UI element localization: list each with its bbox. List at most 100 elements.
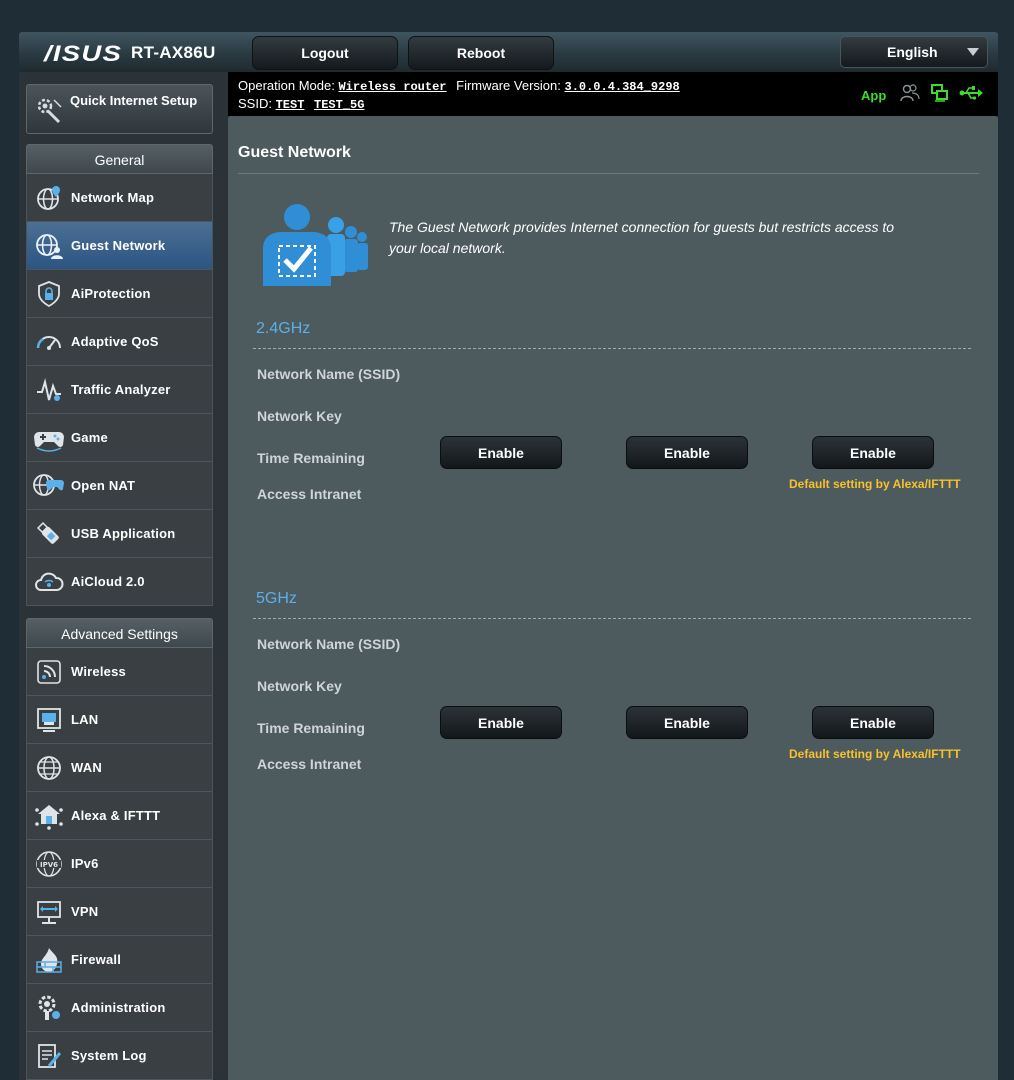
sidebar-item-label: USB Application: [71, 526, 176, 541]
sidebar-item-guest-network[interactable]: Guest Network: [26, 222, 213, 270]
status-bar: Operation Mode: Wireless router Firmware…: [228, 72, 998, 116]
sidebar-item-label: Open NAT: [71, 478, 136, 493]
ssid-24-link[interactable]: TEST: [276, 98, 305, 112]
enable-button-5ghz-3[interactable]: Enable: [812, 706, 934, 739]
title-divider: [238, 173, 979, 174]
row-label-time-remaining: Time Remaining: [257, 450, 365, 466]
sidebar-item-alexa-ifttt[interactable]: Alexa & IFTTT: [26, 792, 213, 840]
sidebar-item-label: Adaptive QoS: [71, 334, 159, 349]
firmware-version-label: Firmware Version:: [456, 78, 561, 93]
sidebar-item-traffic-analyzer[interactable]: Traffic Analyzer: [26, 366, 213, 414]
sidebar-item-label: Alexa & IFTTT: [71, 808, 161, 823]
wifi-icon: [37, 659, 61, 684]
network-status-icon[interactable]: [931, 84, 949, 102]
operation-mode-link[interactable]: Wireless router: [338, 80, 446, 94]
general-menu-header: General: [26, 144, 213, 174]
asus-logo: /ISUS: [44, 41, 123, 66]
sidebar-item-label: WAN: [71, 760, 102, 775]
waveform-icon: [37, 377, 61, 401]
sidebar-item-label: AiCloud 2.0: [71, 574, 145, 589]
sidebar-item-label: AiProtection: [71, 286, 151, 301]
row-label-time-remaining: Time Remaining: [257, 720, 365, 736]
sidebar-item-label: Guest Network: [71, 238, 166, 253]
guest-network-description: The Guest Network provides Internet conn…: [389, 219, 895, 256]
sidebar-item-label: Network Map: [71, 190, 155, 205]
row-label-network-name: Network Name (SSID): [257, 366, 401, 382]
app-link[interactable]: App: [861, 88, 886, 103]
shield-lock-icon: [38, 280, 60, 307]
quick-internet-setup-label: Quick Internet Setup: [70, 93, 198, 108]
firewall-icon: [36, 947, 62, 973]
sidebar-item-firewall[interactable]: Firewall: [26, 936, 213, 984]
sidebar-item-network-map[interactable]: Network Map: [26, 174, 213, 222]
sidebar-item-game[interactable]: Game: [26, 414, 213, 462]
sidebar-item-label: Wireless: [71, 664, 126, 679]
alexa-default-note: Default setting by Alexa/IFTTT: [789, 747, 961, 761]
main-content-panel: Guest Network The Guest Network provides…: [228, 116, 998, 1080]
chevron-down-icon: [967, 48, 979, 56]
router-admin-window: /ISUS RT-AX86U Logout Reboot English Ope…: [19, 32, 998, 1080]
enable-button-2-4ghz-2[interactable]: Enable: [626, 436, 748, 469]
firmware-version-link[interactable]: 3.0.0.4.384_9298: [565, 80, 680, 94]
sidebar-item-adaptive-qos[interactable]: Adaptive QoS: [26, 318, 213, 366]
sidebar-item-label: LAN: [71, 712, 99, 727]
reboot-button[interactable]: Reboot: [408, 36, 554, 70]
sidebar-item-usb-application[interactable]: USB Application: [26, 510, 213, 558]
ssid-5-link[interactable]: TEST_5G: [314, 98, 364, 112]
row-label-network-name: Network Name (SSID): [257, 636, 401, 652]
language-value: English: [887, 44, 938, 60]
globe-gamepad-icon: [33, 473, 64, 496]
logout-button[interactable]: Logout: [252, 36, 398, 70]
globe-icon: [37, 755, 61, 780]
sidebar-item-label: Firewall: [71, 952, 122, 967]
usb-stick-icon: [36, 521, 59, 544]
row-label-access-intranet: Access Intranet: [257, 756, 362, 772]
status-row-mode: Operation Mode: Wireless router Firmware…: [238, 78, 686, 94]
lan-port-icon: [37, 707, 61, 732]
smart-home-icon: [35, 804, 63, 830]
row-label-network-key: Network Key: [257, 678, 342, 694]
enable-button-5ghz-2[interactable]: Enable: [626, 706, 748, 739]
sidebar-item-wan[interactable]: WAN: [26, 744, 213, 792]
enable-button-2-4ghz-3[interactable]: Enable: [812, 436, 934, 469]
enable-button-2-4ghz-1[interactable]: Enable: [440, 436, 562, 469]
band-divider: [253, 348, 971, 349]
admin-gear-icon: [38, 995, 60, 1020]
status-row-ssid: SSID: TEST TEST_5G: [238, 96, 370, 112]
sidebar-item-vpn[interactable]: VPN: [26, 888, 213, 936]
band-title-5ghz: 5GHz: [256, 590, 297, 607]
guest-network-illustration-icon: [263, 204, 368, 286]
row-label-access-intranet: Access Intranet: [257, 486, 362, 502]
alexa-default-note: Default setting by Alexa/IFTTT: [789, 477, 961, 491]
sidebar-item-label: VPN: [71, 904, 99, 919]
sidebar-item-label: Game: [71, 430, 108, 445]
gauge-icon: [36, 335, 61, 350]
ipv6-icon: IPV6: [36, 850, 62, 877]
sidebar-item-administration[interactable]: Administration: [26, 984, 213, 1032]
ssid-label: SSID:: [238, 96, 272, 111]
advanced-settings-header: Advanced Settings: [26, 618, 213, 648]
clients-icon[interactable]: [900, 84, 920, 102]
sidebar-item-aicloud[interactable]: AiCloud 2.0: [26, 558, 213, 606]
vpn-monitor-icon: [37, 900, 61, 924]
sidebar-item-ipv6[interactable]: IPV6 IPv6: [26, 840, 213, 888]
sidebar-item-label: Administration: [71, 1000, 166, 1015]
language-select[interactable]: English: [840, 36, 988, 68]
sidebar-item-system-log[interactable]: System Log: [26, 1032, 213, 1080]
cloud-icon: [35, 572, 64, 591]
quick-internet-setup-button[interactable]: Quick Internet Setup: [26, 84, 213, 134]
router-model: RT-AX86U: [131, 43, 216, 62]
operation-mode-label: Operation Mode:: [238, 78, 335, 93]
sidebar-item-label: System Log: [71, 1048, 147, 1063]
globe-people-icon: [36, 233, 63, 259]
sidebar-item-lan[interactable]: LAN: [26, 696, 213, 744]
top-banner: /ISUS RT-AX86U Logout Reboot English: [19, 32, 998, 72]
row-label-network-key: Network Key: [257, 408, 342, 424]
sidebar-item-wireless[interactable]: Wireless: [26, 648, 213, 696]
sidebar-item-open-nat[interactable]: Open NAT: [26, 462, 213, 510]
page-title: Guest Network: [238, 144, 351, 161]
sidebar-item-aiprotection[interactable]: AiProtection: [26, 270, 213, 318]
log-pen-icon: [38, 1043, 62, 1068]
enable-button-5ghz-1[interactable]: Enable: [440, 706, 562, 739]
usb-icon[interactable]: [959, 86, 983, 100]
